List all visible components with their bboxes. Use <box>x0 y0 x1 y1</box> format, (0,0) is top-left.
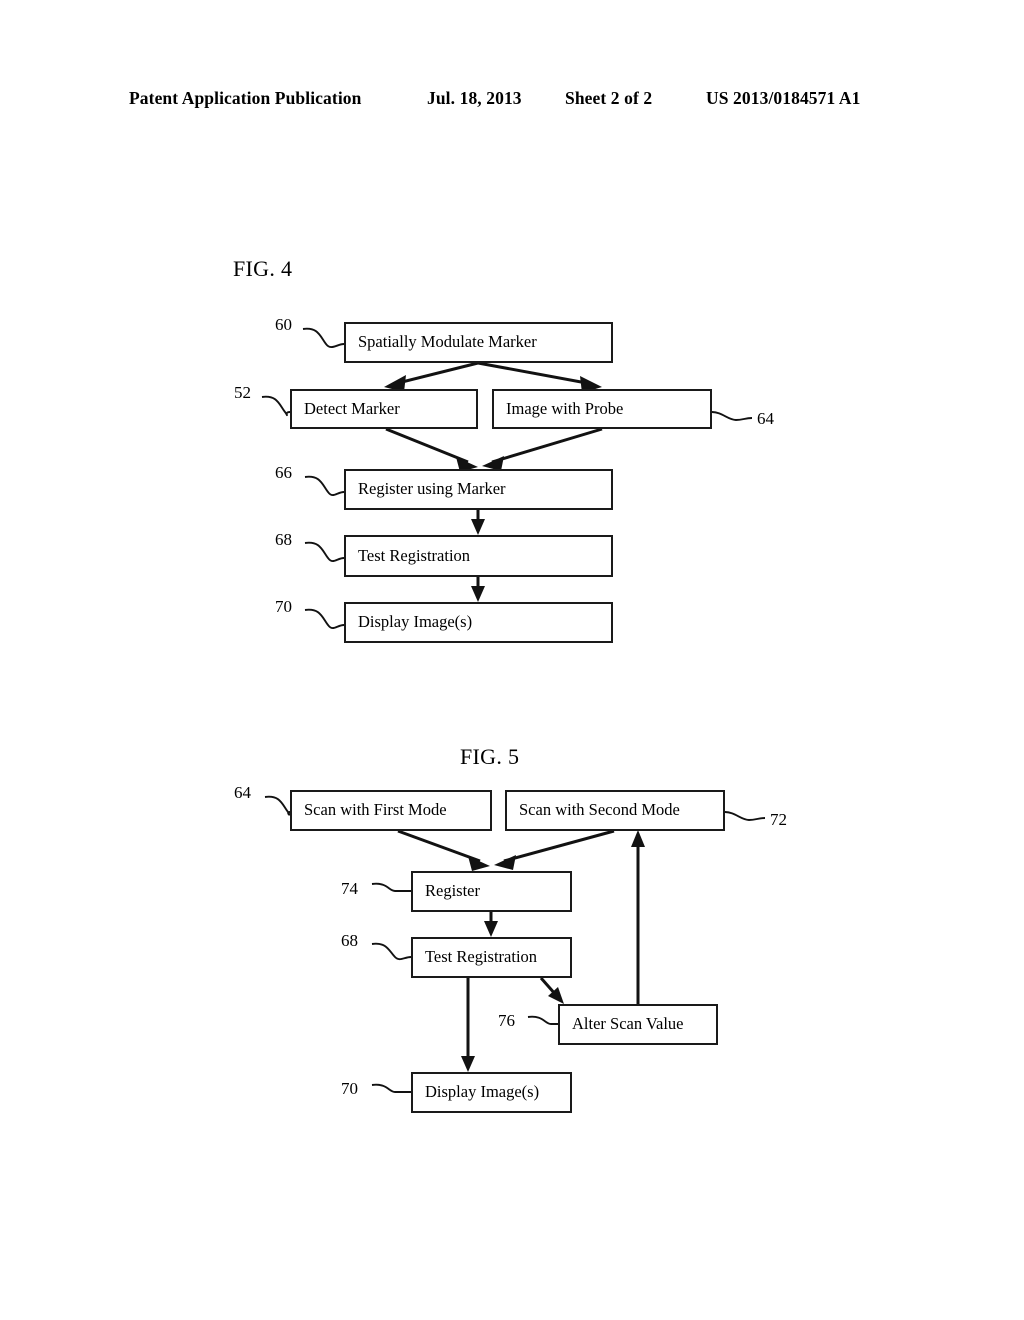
arrow-fig5-register-to-test <box>484 912 498 937</box>
fig5-node-scan-with-second-mode[interactable]: Scan with Second Mode <box>505 790 725 831</box>
fig4-ref-68: 68 <box>275 530 292 549</box>
fig4-ref-70: 70 <box>275 597 292 616</box>
page-header: Patent Application Publication Jul. 18, … <box>0 88 1024 116</box>
leader-fig5-74 <box>371 882 412 892</box>
fig5-node-register[interactable]: Register <box>411 871 572 912</box>
fig5-ref-74: 74 <box>341 879 358 898</box>
fig4-node-label: Register using Marker <box>358 479 506 499</box>
fig5-ref-76: 76 <box>498 1011 515 1030</box>
arrow-fig5-test-to-alter <box>539 977 564 1004</box>
fig4-node-display-images[interactable]: Display Image(s) <box>344 602 613 643</box>
leader-fig4-66 <box>304 475 345 497</box>
fig4-node-label: Detect Marker <box>304 398 400 418</box>
fig5-node-label: Scan with Second Mode <box>519 800 680 820</box>
fig5-ref-64: 64 <box>234 783 251 802</box>
fig4-node-detect-marker[interactable]: Detect Marker <box>290 389 478 429</box>
leader-fig4-52 <box>261 395 291 417</box>
leader-fig5-72 <box>724 811 766 821</box>
arrow-fig5-test-to-display <box>461 978 475 1072</box>
fig4-node-spatially-modulate-marker[interactable]: Spatially Modulate Marker <box>344 322 613 363</box>
fig4-ref-52: 52 <box>234 383 251 402</box>
header-date-text: Jul. 18, 2013 <box>427 88 522 108</box>
fig5-node-scan-with-first-mode[interactable]: Scan with First Mode <box>290 790 492 831</box>
figure-title-fig4: FIG. 4 <box>233 256 293 281</box>
fig4-ref-64: 64 <box>757 409 774 428</box>
fig5-node-label: Scan with First Mode <box>304 800 447 820</box>
fig5-ref-70: 70 <box>341 1079 358 1098</box>
header-publication-text: Patent Application Publication <box>129 88 362 108</box>
arrow-fig5-alter-to-second-feedback <box>631 830 645 1004</box>
leader-fig4-60 <box>302 327 345 349</box>
fig4-ref-66: 66 <box>275 463 292 482</box>
arrow-fig5-first-to-register <box>397 829 490 871</box>
fig4-node-label: Test Registration <box>358 545 471 565</box>
figure-title-fig5: FIG. 5 <box>460 744 520 769</box>
header-sheet-text: Sheet 2 of 2 <box>565 88 653 108</box>
fig5-node-label: Alter Scan Value <box>572 1014 684 1034</box>
leader-fig4-64 <box>711 411 753 421</box>
leader-fig5-68 <box>371 942 412 961</box>
fig5-node-label: Register <box>425 881 480 901</box>
patent-drawing-page: Patent Application Publication Jul. 18, … <box>0 0 1024 1320</box>
leader-fig4-70 <box>304 608 345 630</box>
fig4-node-register-using-marker[interactable]: Register using Marker <box>344 469 613 510</box>
arrow-fig4-register-to-test <box>471 510 485 535</box>
fig4-node-label: Display Image(s) <box>358 612 473 632</box>
fig5-node-label: Test Registration <box>425 947 538 967</box>
fig5-node-test-registration[interactable]: Test Registration <box>411 937 572 978</box>
fig5-node-label: Display Image(s) <box>425 1082 540 1102</box>
arrow-fig4-detect-to-register <box>385 427 478 472</box>
leader-fig5-64 <box>264 795 291 816</box>
fig5-ref-72: 72 <box>770 810 787 829</box>
diagram-vector-layer <box>261 327 766 1093</box>
arrow-fig4-modulate-to-detect <box>384 361 479 392</box>
fig4-node-label: Spatially Modulate Marker <box>358 332 537 352</box>
fig4-node-label: Image with Probe <box>506 398 624 418</box>
leader-fig4-68 <box>304 541 345 563</box>
fig5-ref-68: 68 <box>341 931 358 950</box>
arrow-fig4-image-to-register <box>482 427 603 471</box>
arrow-fig5-second-to-register <box>494 829 615 870</box>
header-patent-number: US 2013/0184571 A1 <box>706 88 861 108</box>
fig4-node-image-with-probe[interactable]: Image with Probe <box>492 389 712 429</box>
fig4-node-test-registration[interactable]: Test Registration <box>344 535 613 577</box>
fig5-node-alter-scan-value[interactable]: Alter Scan Value <box>558 1004 718 1045</box>
fig4-ref-60: 60 <box>275 315 292 334</box>
fig5-node-display-images[interactable]: Display Image(s) <box>411 1072 572 1113</box>
leader-fig5-76 <box>527 1015 558 1025</box>
arrow-fig4-test-to-display <box>471 577 485 602</box>
leader-fig5-70 <box>371 1083 411 1093</box>
